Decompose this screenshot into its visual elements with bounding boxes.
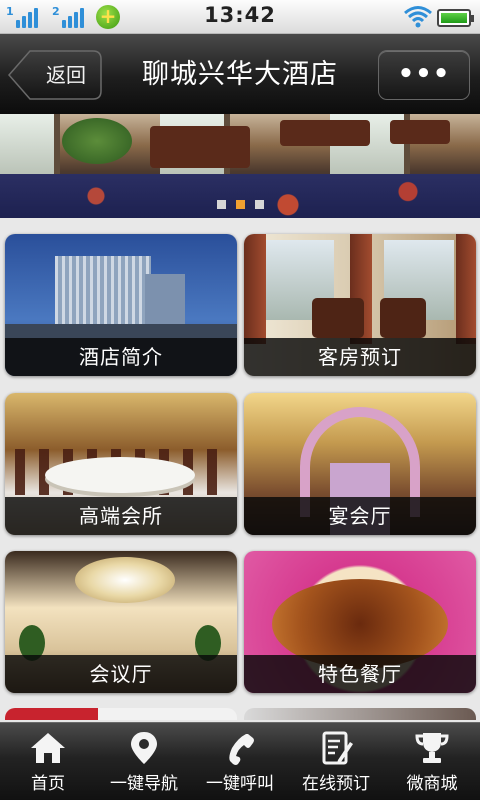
trophy-icon <box>415 733 449 763</box>
carousel-dot-active[interactable] <box>235 200 245 209</box>
banner-chair <box>150 126 250 168</box>
tile-partial[interactable] <box>5 708 237 720</box>
nav-label: 一键呼叫 <box>206 774 274 794</box>
nav-label: 在线预订 <box>302 774 370 794</box>
nav-micro-mall[interactable]: 微商城 <box>384 723 480 800</box>
status-bar: 1 2 + 13:42 <box>0 0 480 34</box>
tile-label: 客房预订 <box>244 338 476 376</box>
battery-icon <box>437 9 474 27</box>
tile-banquet-hall[interactable]: 宴会厅 <box>244 393 476 535</box>
banner-chair <box>390 120 450 144</box>
carousel-indicator <box>0 194 480 209</box>
tile-partial[interactable] <box>244 708 476 720</box>
banner-chair <box>280 120 370 146</box>
more-dots-icon: ••• <box>397 59 451 89</box>
location-pin-icon <box>131 732 157 764</box>
nav-online-booking[interactable]: 在线预订 <box>288 723 384 800</box>
nav-label: 微商城 <box>406 774 458 794</box>
banner-plant <box>62 118 132 164</box>
wifi-icon <box>404 6 432 28</box>
tile-label: 酒店简介 <box>5 338 237 376</box>
nav-label: 一键导航 <box>110 774 178 794</box>
page-title: 聊城兴华大酒店 <box>142 59 338 90</box>
bottom-nav: 首页 一键导航 一键呼叫 在线预订 微商城 <box>0 722 480 800</box>
home-icon <box>31 733 65 763</box>
banner-window <box>0 114 60 176</box>
tile-hotel-intro[interactable]: 酒店简介 <box>5 234 237 376</box>
tile-premium-club[interactable]: 高端会所 <box>5 393 237 535</box>
edit-note-icon <box>322 731 353 765</box>
phone-icon <box>229 734 254 765</box>
tile-meeting-hall[interactable]: 会议厅 <box>5 551 237 693</box>
tile-label: 会议厅 <box>5 655 237 693</box>
carousel-dot[interactable] <box>254 200 264 209</box>
title-bar: 返回 聊城兴华大酒店 ••• <box>0 34 480 114</box>
tile-label: 宴会厅 <box>244 497 476 535</box>
nav-home[interactable]: 首页 <box>0 723 96 800</box>
tile-specialty-restaurant[interactable]: 特色餐厅 <box>244 551 476 693</box>
back-button[interactable]: 返回 <box>8 50 102 100</box>
back-button-label: 返回 <box>46 63 86 87</box>
tile-room-booking[interactable]: 客房预订 <box>244 234 476 376</box>
tile-label: 特色餐厅 <box>244 655 476 693</box>
nav-call[interactable]: 一键呼叫 <box>192 723 288 800</box>
tile-label: 高端会所 <box>5 497 237 535</box>
carousel-dot[interactable] <box>216 200 226 209</box>
nav-navigation[interactable]: 一键导航 <box>96 723 192 800</box>
more-button[interactable]: ••• <box>378 50 470 100</box>
nav-label: 首页 <box>31 774 65 794</box>
